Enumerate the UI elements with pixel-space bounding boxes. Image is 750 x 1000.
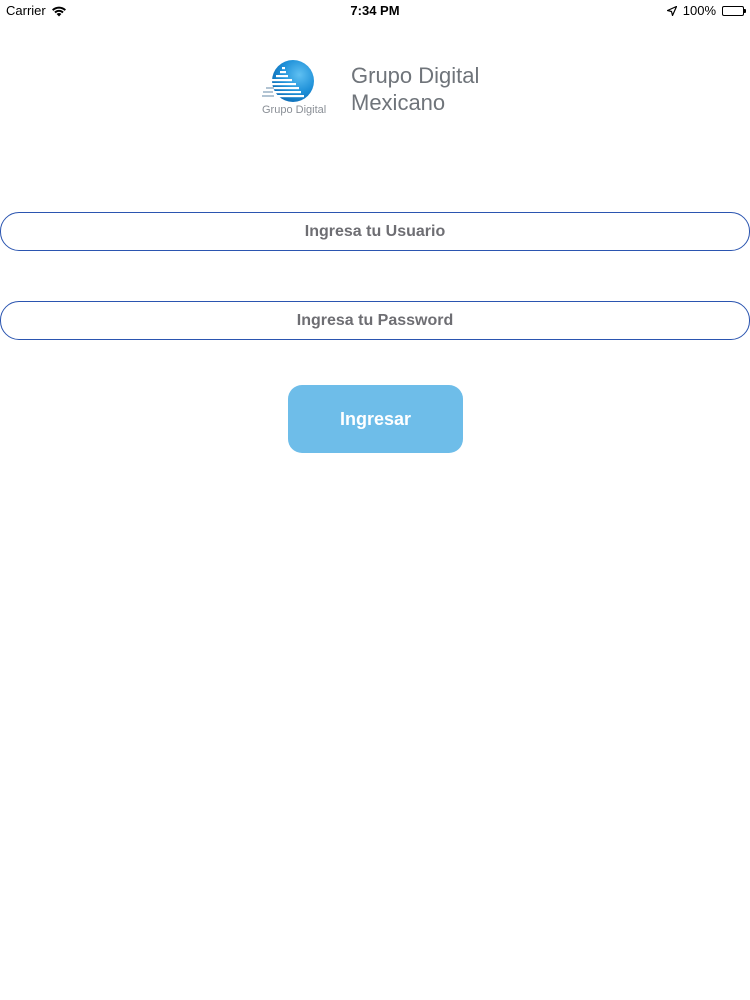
location-arrow-icon	[666, 5, 677, 16]
status-bar: Carrier 7:34 PM 100%	[0, 0, 750, 22]
login-screen: Carrier 7:34 PM 100% Grupo Digital Grupo…	[0, 0, 750, 1000]
status-bar-right: 100%	[666, 3, 746, 18]
password-input[interactable]	[1, 302, 749, 339]
battery-icon	[722, 5, 746, 16]
password-field	[0, 301, 750, 340]
logo-caption: Grupo Digital	[262, 104, 327, 116]
battery-percent: 100%	[682, 3, 716, 18]
logo-wordmark: Grupo Digital Mexicano	[351, 62, 479, 116]
logo-mark: Grupo Digital	[260, 58, 350, 122]
clock: 7:34 PM	[350, 3, 400, 18]
wordmark-line-2: Mexicano	[351, 90, 446, 115]
company-logo: Grupo Digital Grupo Digital Mexicano	[260, 58, 500, 122]
username-input[interactable]	[1, 213, 749, 250]
wordmark-line-1: Grupo Digital	[351, 63, 480, 88]
login-button[interactable]: Ingresar	[288, 385, 463, 453]
username-field	[0, 212, 750, 251]
